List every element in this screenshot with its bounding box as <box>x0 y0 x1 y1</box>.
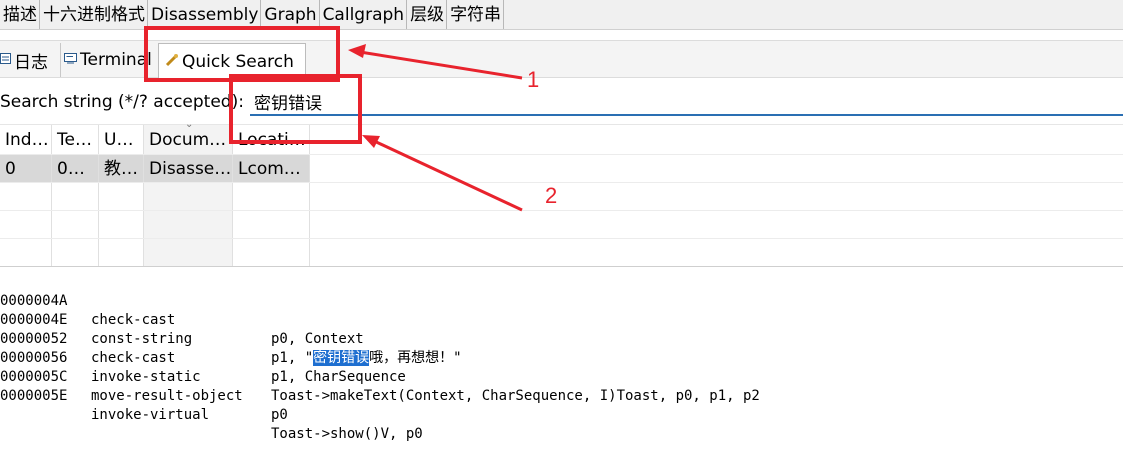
code-operands: Toast->makeText(Context, CharSequence, I… <box>271 388 760 404</box>
tab-hierarchy[interactable]: 层级 <box>407 0 448 29</box>
search-input[interactable] <box>250 88 1123 116</box>
column-header-type[interactable]: Te… <box>52 125 99 154</box>
code-operands: p0, Context <box>271 331 364 347</box>
search-row: Search string (*/? accepted): <box>0 84 1123 120</box>
code-line[interactable]: 00000056 invoke-static Toast->makeText(C… <box>0 330 760 404</box>
tab-description[interactable]: 描述 <box>0 0 40 29</box>
tab-graph[interactable]: Graph <box>261 0 320 29</box>
tab-terminal-label: Terminal <box>80 50 152 70</box>
code-line[interactable]: 0000004E const-string p1, "密钥错误哦，再想想！" <box>0 292 462 366</box>
column-header-unit[interactable]: U… <box>99 125 144 154</box>
sort-caret-icon: ⌄ <box>185 119 194 130</box>
code-opcode: invoke-static <box>91 369 201 385</box>
operand-suffix: 哦，再想想！" <box>369 350 462 366</box>
cell-type: 0… <box>52 155 99 182</box>
tab-callgraph[interactable]: Callgraph <box>320 0 408 29</box>
operand-prefix: p1, " <box>271 350 314 366</box>
cell-index: 0 <box>0 155 52 182</box>
code-opcode: move-result-object <box>91 388 243 404</box>
table-row[interactable]: 0 0… 教… Disasse… Lcom… <box>0 155 1123 183</box>
tab-log-label: 日志 <box>14 52 48 73</box>
cell-location: Lcom… <box>233 155 310 182</box>
results-table: Ind… Te… U… Docum… Locati… ⌄ 0 0… 教… Dis… <box>0 119 1123 267</box>
tab-log[interactable]: 日志 <box>0 43 48 77</box>
cell-document: Disasse… <box>144 155 233 182</box>
code-operands: p1, "密钥错误哦，再想想！" <box>271 349 462 368</box>
code-opcode: check-cast <box>91 350 176 366</box>
annotation-label-1: 1 <box>527 67 540 92</box>
empty-row <box>0 183 1123 211</box>
disassembly-view[interactable]: 0000004A check-cast p0, Context 0000004E… <box>0 266 1123 442</box>
tab-strings[interactable]: 字符串 <box>447 0 505 29</box>
code-line[interactable]: 00000052 check-cast p1, CharSequence <box>0 311 406 385</box>
code-line[interactable]: 0000004A check-cast p0, Context <box>0 273 364 347</box>
empty-row <box>0 211 1123 239</box>
code-opcode: invoke-virtual <box>91 407 210 423</box>
tab-disassembly[interactable]: Disassembly <box>148 0 262 29</box>
search-label: Search string (*/? accepted): <box>0 92 244 112</box>
tab-terminal[interactable]: Terminal <box>60 43 152 77</box>
code-opcode: const-string <box>91 331 193 347</box>
code-operands: p0 <box>271 407 288 423</box>
search-match-highlight: 密钥错误 <box>313 350 370 366</box>
console-icon <box>0 52 11 68</box>
column-header-index[interactable]: Ind… <box>0 125 52 154</box>
code-line[interactable]: 0000005E invoke-virtual Toast->show()V, … <box>0 368 423 442</box>
code-address: 0000005E <box>0 388 68 404</box>
terminal-icon <box>64 52 77 68</box>
table-header: Ind… Te… U… Docum… Locati… ⌄ <box>0 119 1123 155</box>
code-operands: Toast->show()V, p0 <box>271 426 423 442</box>
code-operands: p1, CharSequence <box>271 369 406 385</box>
cell-unit: 教… <box>99 155 144 182</box>
code-line[interactable]: 0000005C move-result-object p0 <box>0 349 288 423</box>
annotation-box-2 <box>229 74 362 144</box>
tab-hex-format[interactable]: 十六进制格式 <box>40 0 148 29</box>
annotation-label-2: 2 <box>545 183 558 208</box>
code-opcode: check-cast <box>91 312 176 328</box>
empty-row <box>0 239 1123 267</box>
